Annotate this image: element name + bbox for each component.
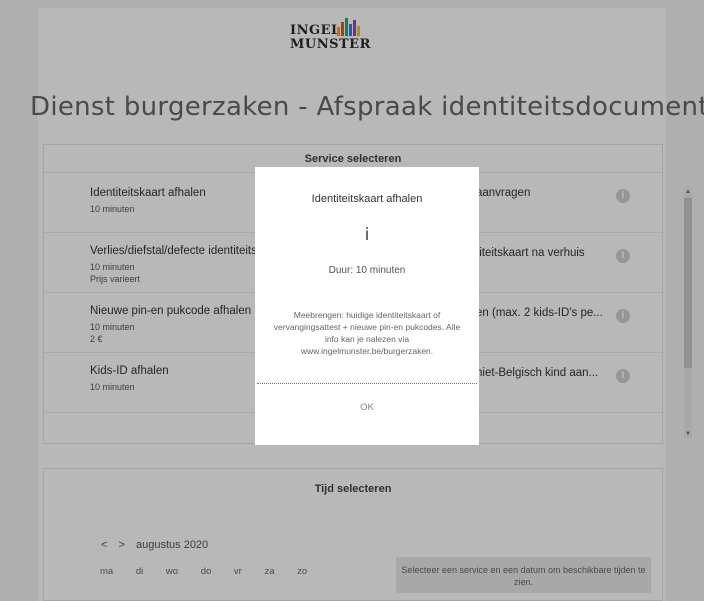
modal-title: Identiteitskaart afhalen <box>311 193 423 205</box>
modal-duration: Duur: 10 minuten <box>328 265 406 276</box>
modal-description: Meebrengen: huidige identiteitskaart of … <box>273 310 461 356</box>
modal-divider <box>257 383 477 384</box>
info-icon: i <box>364 225 370 245</box>
ok-button[interactable]: OK <box>255 402 479 413</box>
service-info-modal: Identiteitskaart afhalen i Duur: 10 minu… <box>255 167 479 445</box>
